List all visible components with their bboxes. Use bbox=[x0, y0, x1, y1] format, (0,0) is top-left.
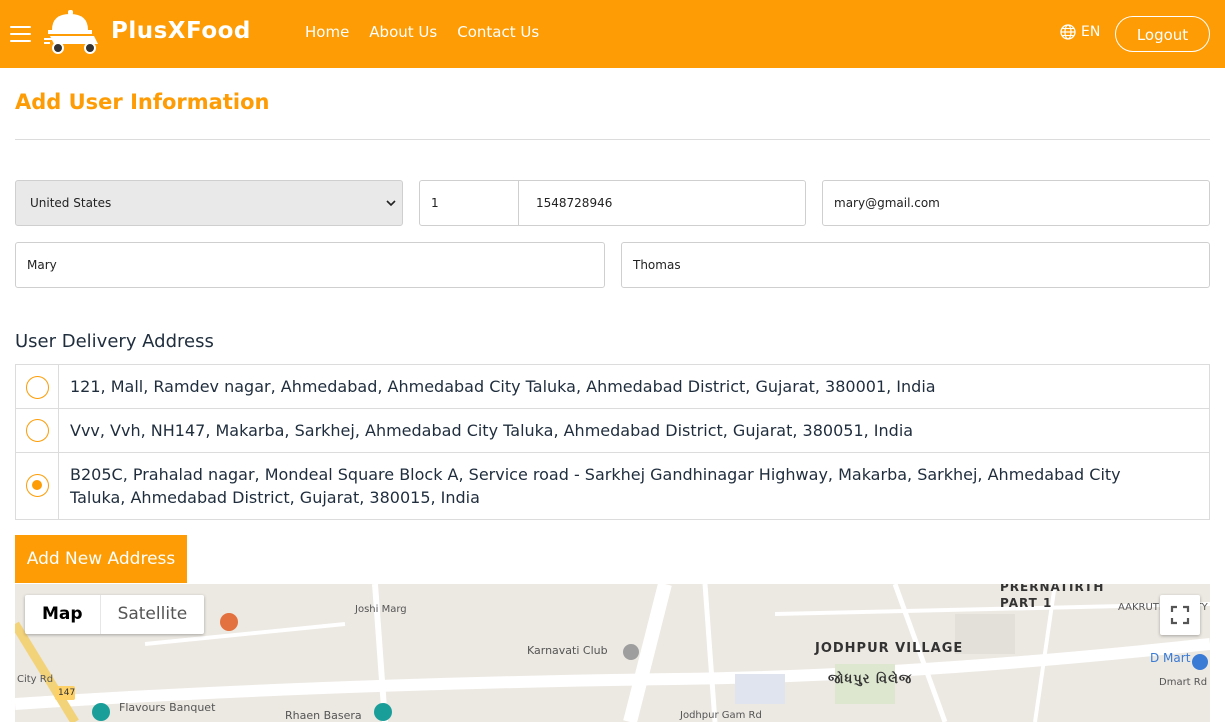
address-text: Vvv, Vvh, NH147, Makarba, Sarkhej, Ahmed… bbox=[70, 421, 914, 440]
map-label-jodhpur-gam-rd: Jodhpur Gam Rd bbox=[680, 710, 762, 721]
country-code-input[interactable]: 1 bbox=[419, 180, 519, 226]
country-code-value: 1 bbox=[431, 196, 439, 210]
map-type-toggle: Map Satellite bbox=[25, 595, 205, 634]
main-nav: Home About Us Contact Us bbox=[305, 23, 559, 41]
delivery-scooter-icon bbox=[42, 10, 98, 54]
language-selector[interactable]: EN bbox=[1060, 24, 1100, 40]
map-label-rhaen-basera: Rhaen Basera bbox=[285, 709, 362, 722]
top-header: PlusXFood Home About Us Contact Us EN Lo… bbox=[0, 0, 1225, 68]
address-radio[interactable] bbox=[26, 376, 49, 399]
logout-button[interactable]: Logout bbox=[1115, 16, 1210, 52]
address-radio[interactable] bbox=[26, 419, 49, 442]
last-name-value: Thomas bbox=[633, 258, 681, 272]
logo-text: PlusXFood bbox=[111, 18, 251, 44]
address-row[interactable]: B205C, Prahalad nagar, Mondeal Square Bl… bbox=[16, 453, 1209, 519]
first-name-input[interactable]: Mary bbox=[15, 242, 605, 288]
menu-icon[interactable] bbox=[10, 26, 31, 42]
map-label-city-rd: City Rd bbox=[17, 674, 54, 685]
map-label-part-1: PART 1 bbox=[1000, 596, 1053, 610]
add-new-address-button[interactable]: Add New Address bbox=[15, 535, 187, 583]
email-input[interactable]: mary@gmail.com bbox=[822, 180, 1210, 226]
address-row[interactable]: 121, Mall, Ramdev nagar, Ahmedabad, Ahme… bbox=[16, 365, 1209, 409]
map-type-map-button[interactable]: Map bbox=[25, 595, 100, 634]
address-radio-cell bbox=[16, 453, 59, 519]
brand-logo[interactable]: PlusXFood bbox=[42, 8, 251, 56]
phone-value: 1548728946 bbox=[536, 196, 613, 210]
nav-home[interactable]: Home bbox=[305, 23, 349, 41]
map-label-dmart-rd: Dmart Rd bbox=[1159, 677, 1208, 688]
delivery-address-heading: User Delivery Address bbox=[15, 331, 214, 352]
map-label-karnavati-club: Karnavati Club bbox=[527, 644, 608, 657]
address-list: 121, Mall, Ramdev nagar, Ahmedabad, Ahme… bbox=[15, 364, 1210, 520]
language-label: EN bbox=[1081, 24, 1101, 40]
address-radio-cell bbox=[16, 409, 59, 452]
map-label-prernatirth: PRERNATIRTH bbox=[1000, 584, 1105, 594]
first-name-value: Mary bbox=[27, 258, 57, 272]
nav-about-us[interactable]: About Us bbox=[369, 23, 437, 41]
address-text: B205C, Prahalad nagar, Mondeal Square Bl… bbox=[70, 465, 1121, 507]
title-divider bbox=[15, 139, 1210, 140]
last-name-input[interactable]: Thomas bbox=[621, 242, 1210, 288]
fullscreen-icon bbox=[1170, 605, 1190, 625]
map-label-d-mart: D Mart bbox=[1150, 651, 1191, 665]
address-row[interactable]: Vvv, Vvh, NH147, Makarba, Sarkhej, Ahmed… bbox=[16, 409, 1209, 453]
email-value: mary@gmail.com bbox=[834, 196, 940, 210]
map-label-jodhpur-village: JODHPUR VILLAGE bbox=[815, 641, 964, 656]
address-text: 121, Mall, Ramdev nagar, Ahmedabad, Ahme… bbox=[70, 377, 936, 396]
address-radio-selected[interactable] bbox=[26, 474, 49, 497]
map-label-road-147: 147 bbox=[58, 688, 76, 698]
fullscreen-button[interactable] bbox=[1160, 595, 1200, 635]
address-radio-cell bbox=[16, 365, 59, 408]
phone-input[interactable]: 1548728946 bbox=[518, 180, 806, 226]
nav-contact-us[interactable]: Contact Us bbox=[457, 23, 539, 41]
page-title: Add User Information bbox=[15, 90, 270, 114]
chevron-down-icon bbox=[386, 200, 396, 207]
country-value: United States bbox=[30, 196, 112, 210]
map-label-joshi-marg: Joshi Marg bbox=[355, 604, 407, 615]
globe-icon bbox=[1060, 24, 1076, 40]
map-view[interactable]: JODHPUR VILLAGE જોધપુર વિલેજ Karnavati C… bbox=[15, 584, 1210, 722]
map-label-jodhpur-village-gujarati: જોધપુર વિલેજ bbox=[828, 672, 913, 687]
country-select[interactable]: United States bbox=[15, 180, 403, 226]
map-label-flavours-banquet: Flavours Banquet bbox=[119, 701, 216, 714]
map-type-satellite-button[interactable]: Satellite bbox=[99, 595, 205, 634]
